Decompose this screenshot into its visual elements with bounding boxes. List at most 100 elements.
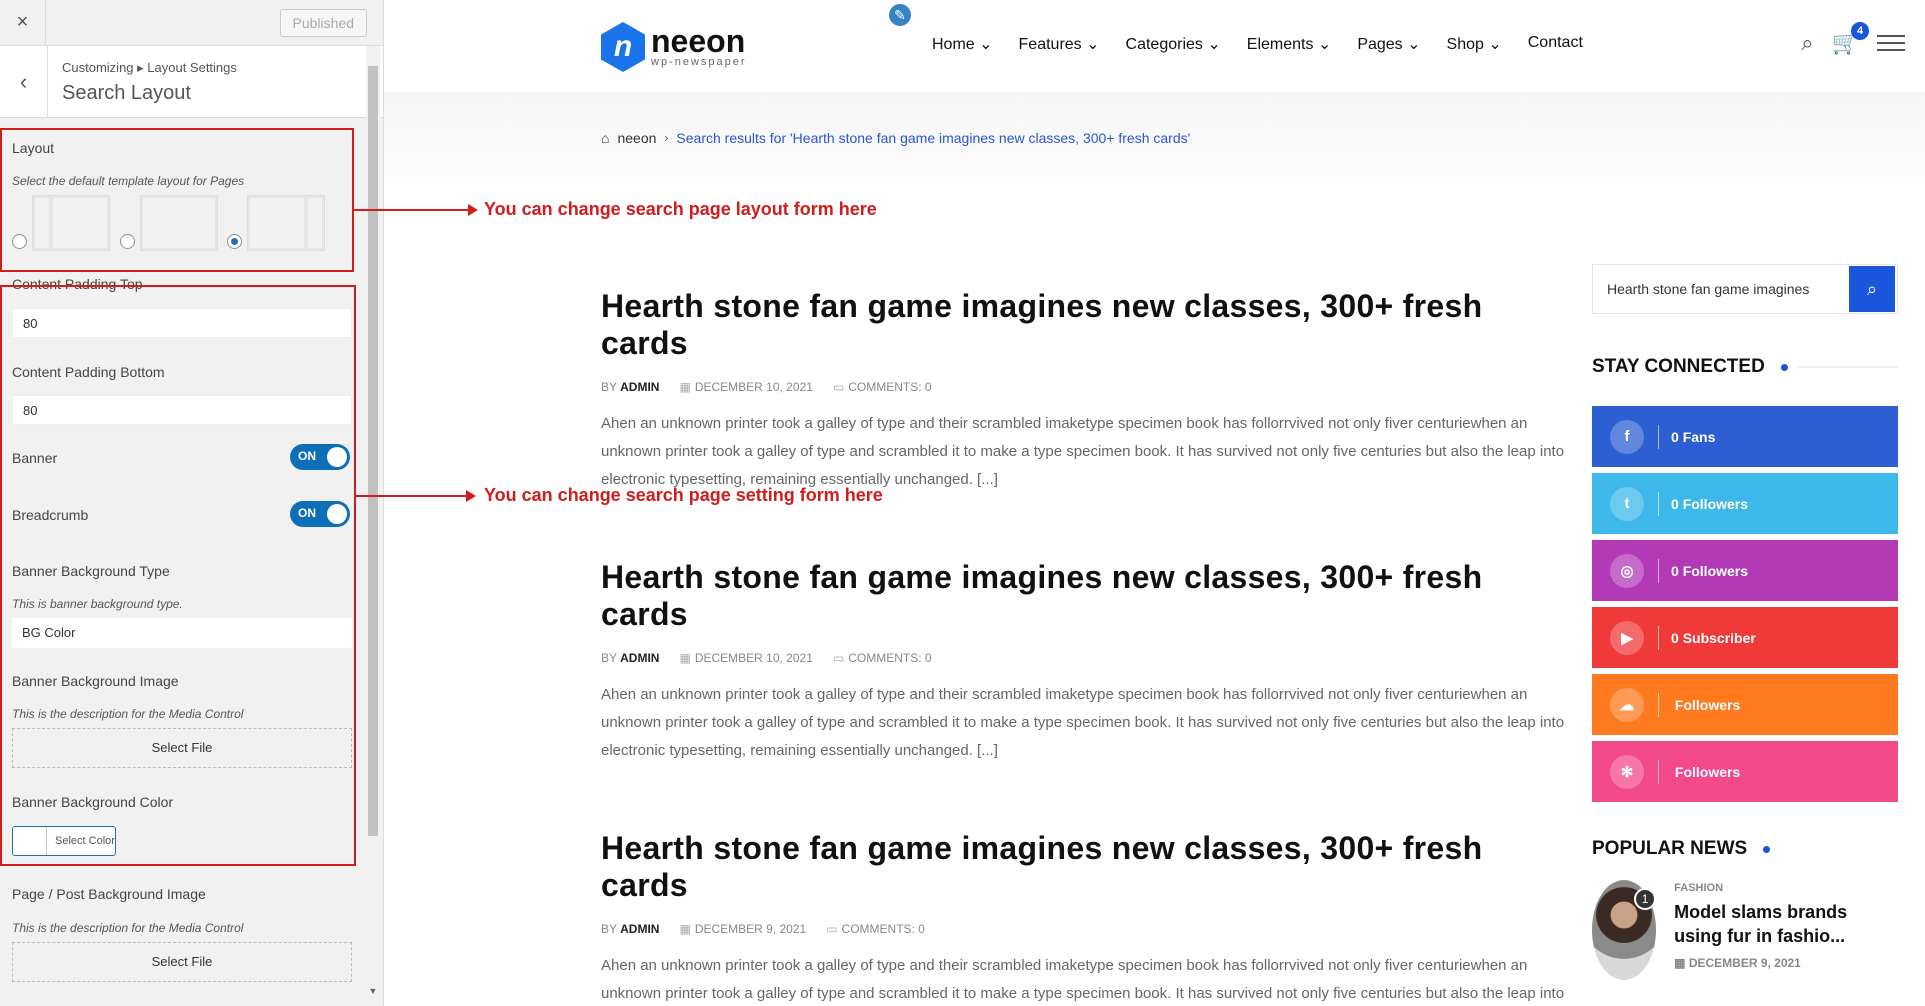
breadcrumb-separator-icon: › [664,131,669,145]
logo-name: neeon [651,23,746,59]
post-title[interactable]: Hearth stone fan game imagines new class… [601,288,1571,362]
cart-icon[interactable]: 🛒 4 [1832,22,1869,56]
search-icon[interactable]: ⌕ [1801,30,1813,56]
social-label: Followers [1682,562,1749,579]
post-author[interactable]: ADMIN [620,651,659,665]
nav-contact[interactable]: Contact [1528,34,1583,54]
customizer-scrollbar[interactable] [366,46,380,986]
popular-news-date-text: DECEMBER 9, 2021 [1688,956,1801,970]
nav-elements[interactable]: Elements ⌄ [1247,34,1332,54]
post-by: BY [601,380,617,394]
back-arrow-icon[interactable]: ‹ [0,46,48,117]
customizer-panel: × Published ‹ Customizing ▸ Layout Setti… [0,0,384,1006]
calendar-icon: ▦ [679,922,691,936]
soundcloud-icon: ☁ [1610,687,1644,722]
social-label: Fans [1682,428,1716,445]
post-excerpt: Ahen an unknown printer took a galley of… [601,957,1565,1002]
breadcrumb-current: Search results for 'Hearth stone fan gam… [676,130,1191,146]
post-date: DECEMBER 9, 2021 [694,922,807,936]
post-excerpt: Ahen an unknown printer took a galley of… [601,415,1565,488]
social-count: 0 [1671,562,1679,579]
edit-shortcut-pencil-icon[interactable]: ✎ [887,2,913,28]
post-by: BY [601,922,617,936]
post-meta: BY ADMIN ▦ DECEMBER 9, 2021 ▭ COMMENTS: 0 [601,922,1571,936]
facebook-icon: f [1610,419,1644,454]
post-author[interactable]: ADMIN [620,380,659,394]
breadcrumb-home[interactable]: neeon [617,130,656,146]
social-label: Subscriber [1682,629,1756,646]
logo-tagline: wp-newspaper [651,56,747,68]
post-comments[interactable]: COMMENTS: 0 [848,651,931,665]
sidebar-search: Hearth stone fan game imagines ⌕ [1592,264,1898,314]
nav-categories[interactable]: Categories ⌄ [1126,34,1221,54]
sidebar-search-button-icon[interactable]: ⌕ [1849,266,1895,312]
post-comments[interactable]: COMMENTS: 0 [842,922,925,936]
home-icon[interactable]: ⌂ [601,130,609,146]
calendar-icon: ▦ [679,651,691,665]
social-youtube[interactable]: ▶ 0 Subscriber [1592,607,1898,668]
post-by: BY [601,651,617,665]
site-logo[interactable]: n neeon wp-newspaper [601,22,747,72]
social-label: Followers [1674,696,1741,713]
post-item: Hearth stone fan game imagines new class… [601,559,1571,765]
sidebar-search-input[interactable]: Hearth stone fan game imagines [1593,281,1849,297]
section-title: Search Layout [62,82,191,104]
customizer-topbar: × Published [0,0,383,46]
social-soundcloud[interactable]: ☁ Followers [1592,674,1898,735]
sidebar: Hearth stone fan game imagines ⌕ STAY CO… [1592,264,1898,980]
breadcrumb-band: ⌂ neeon › Search results for 'Hearth sto… [384,92,1925,185]
youtube-icon: ▶ [1610,620,1644,655]
post-title[interactable]: Hearth stone fan game imagines new class… [601,830,1571,904]
social-count: 0 [1671,495,1679,512]
hamburger-menu-icon[interactable] [1877,35,1905,51]
nav-home[interactable]: Home ⌄ [932,34,993,54]
popular-news-category[interactable]: FASHION [1674,882,1898,894]
nav-shop[interactable]: Shop ⌄ [1447,34,1502,54]
post-comments[interactable]: COMMENTS: 0 [848,380,931,394]
annotation-box-settings [0,285,356,866]
social-label: Followers [1682,495,1749,512]
nav-pages[interactable]: Pages ⌄ [1357,34,1420,54]
comments-icon: ▭ [826,922,838,936]
social-counters: f 0 Fans t 0 Followers ◎ 0 Followers ▶ 0… [1592,406,1898,802]
popular-rank-badge: 1 [1634,888,1657,910]
nav-features[interactable]: Features ⌄ [1019,34,1100,54]
annotation-box-layout [0,128,354,272]
popular-news-date: ▦ DECEMBER 9, 2021 [1674,956,1801,970]
social-label: Followers [1674,763,1741,780]
published-button[interactable]: Published [279,8,367,37]
post-title[interactable]: Hearth stone fan game imagines new class… [601,559,1571,633]
post-date: DECEMBER 10, 2021 [694,380,813,394]
post-author[interactable]: ADMIN [620,922,659,936]
page-bg-image-label: Page / Post Background Image [12,886,206,902]
popular-news-title: POPULAR NEWS [1592,838,1748,859]
stay-connected-heading: STAY CONNECTED [1592,356,1898,378]
post-item: Hearth stone fan game imagines new class… [601,830,1571,1006]
header-icons: ⌕ 🛒 4 [1801,22,1905,56]
site-preview: n neeon wp-newspaper ✎ Home ⌄ Features ⌄… [352,0,1925,1006]
post-date: DECEMBER 10, 2021 [694,651,813,665]
instagram-icon: ◎ [1610,553,1644,588]
popular-news-title-link[interactable]: Model slams brands using fur in fashio..… [1674,900,1898,948]
section-header: ‹ Customizing ▸ Layout Settings Search L… [0,46,383,118]
post-meta: BY ADMIN ▦ DECEMBER 10, 2021 ▭ COMMENTS: 0 [601,651,1571,665]
scrollbar-thumb[interactable] [368,66,378,836]
dribbble-icon: ✻ [1610,754,1644,789]
social-twitter[interactable]: t 0 Followers [1592,473,1898,534]
scroll-down-icon[interactable]: ▼ [366,986,380,996]
post-item: Hearth stone fan game imagines new class… [601,288,1571,494]
annotation-text-layout: You can change search page layout form h… [484,199,877,219]
social-instagram[interactable]: ◎ 0 Followers [1592,540,1898,601]
social-dribbble[interactable]: ✻ Followers [1592,741,1898,802]
social-facebook[interactable]: f 0 Fans [1592,406,1898,467]
popular-news-heading: POPULAR NEWS [1592,838,1898,860]
breadcrumb: ⌂ neeon › Search results for 'Hearth sto… [601,130,1190,146]
close-icon[interactable]: × [0,0,46,46]
logo-mark-icon: n [601,22,645,72]
social-count: 0 [1671,629,1679,646]
popular-news-item[interactable]: 1 FASHION Model slams brands using fur i… [1592,880,1898,980]
popular-news-thumbnail[interactable]: 1 [1592,880,1657,980]
app-root: × Published ‹ Customizing ▸ Layout Setti… [0,0,1925,1006]
customizer-breadcrumb: Customizing ▸ Layout Settings [62,60,237,75]
page-bg-image-select-file-button[interactable]: Select File [12,942,352,982]
